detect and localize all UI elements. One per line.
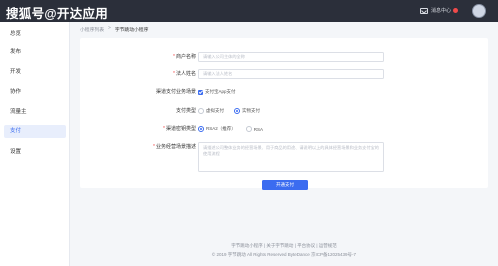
mail-icon [419,7,428,14]
sign-type-label: *渠道密钥类型 [163,126,196,132]
sign-type-row: *渠道密钥类型 RSA2（推荐） RSA [80,124,488,136]
breadcrumb: 小程序列表 > 字节跳动小程序 [80,26,148,33]
radio-physical-pay[interactable]: 实物支付 [234,108,260,114]
breadcrumb-current: 字节跳动小程序 [114,28,149,33]
sidebar-item-overview[interactable]: 总览 [4,28,66,41]
alipay-app-label: 支付宝App支付 [205,89,236,94]
sidebar-item-develop[interactable]: 开发 [4,66,66,79]
radio-virtual-pay[interactable]: 虚拟支付 [198,108,224,114]
channel-scene-label: 渠道支付业务场景 [155,89,196,95]
radio-checked-icon [234,108,240,114]
top-bar: 搜狐号@开达应用 消息中心 [0,0,498,22]
sidebar-item-publish[interactable]: 发布 [4,46,66,59]
breadcrumb-parent[interactable]: 小程序列表 [80,26,104,33]
sidebar-item-payment[interactable]: 支付 [4,125,66,138]
footer-links[interactable]: 字节跳动小程序 | 关于字节跳动 | 平台协议 | 运营规范 [70,243,498,249]
checkbox-checked-icon [198,89,203,95]
payment-form-card: *商户名称 请输入公司主体的全称 *法人姓名 请输入法人姓名 渠道支付业务场景 … [80,38,488,190]
breadcrumb-separator: > [108,26,111,31]
notification-badge [453,8,458,13]
business-desc-textarea[interactable]: 请描述公司整体业务的经营场景、用于商品的用途、请说明以上的具体经营场景和业务支付… [198,142,384,172]
contact-name-row: *法人姓名 请输入法人姓名 [80,69,488,81]
merchant-name-input[interactable]: 请输入公司主体的全称 [198,52,384,62]
submit-button[interactable]: 开通支付 [262,180,308,190]
footer-copyright: © 2019 字节跳动 All Rights Reserved ByteDanc… [211,252,357,257]
contact-name-label: *法人姓名 [173,71,196,77]
radio-rsa2[interactable]: RSA2（推荐） [198,126,236,132]
contact-name-input[interactable]: 请输入法人姓名 [198,69,384,79]
brand-watermark: 搜狐号@开达应用 [6,7,109,21]
sidebar-item-settings[interactable]: 设置 [4,146,66,159]
business-desc-label: *业务经营场景描述 [153,144,196,150]
message-center-label: 消息中心 [430,8,451,14]
radio-checked-icon [198,126,204,132]
avatar[interactable] [472,4,486,18]
pay-type-row: 支付类型 虚拟支付 实物支付 [80,106,488,118]
radio-unchecked-icon [245,126,252,132]
merchant-name-label: *商户名称 [173,54,196,60]
pay-type-label: 支付类型 [175,108,196,114]
radio-rsa[interactable]: RSA [245,126,263,132]
sidebar-item-collaborate[interactable]: 协作 [4,86,66,99]
message-center[interactable]: 消息中心 [419,7,458,14]
sidebar: 总览 发布 开发 协作 流量主 支付 设置 [0,22,70,266]
sidebar-item-traffic[interactable]: 流量主 [4,106,66,119]
alipay-app-checkbox[interactable]: 支付宝App支付 [198,87,236,97]
business-desc-row: *业务经营场景描述 请描述公司整体业务的经营场景、用于商品的用途、请说明以上的具… [80,142,488,174]
radio-unchecked-icon [198,108,204,114]
merchant-name-row: *商户名称 请输入公司主体的全称 [80,52,488,64]
channel-scene-row: 渠道支付业务场景 支付宝App支付 [80,87,488,99]
